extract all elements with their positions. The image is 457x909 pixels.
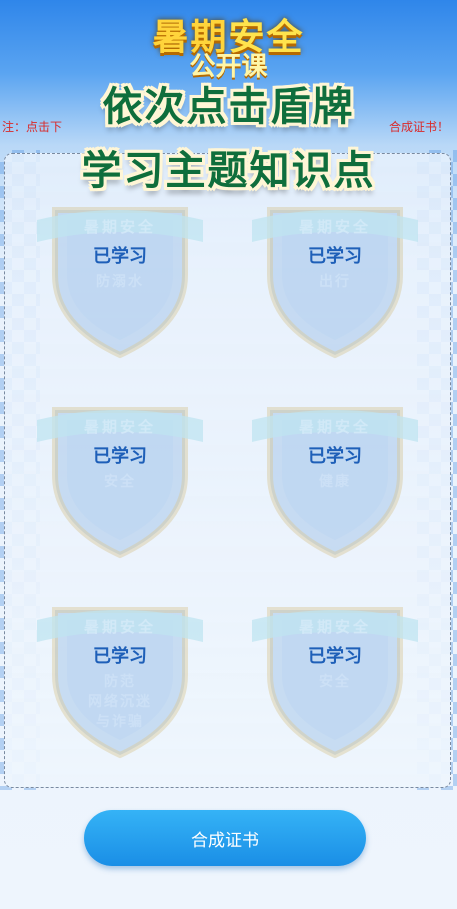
shield-ribbon-label: 暑期安全 [298,418,371,436]
learned-status: 已学习 [93,446,147,467]
learned-status: 已学习 [93,246,147,267]
overlay-instruction-line2: 学习主题知识点 [81,148,376,194]
shield-ribbon-label: 暑期安全 [83,418,156,436]
topic-shield-6[interactable]: 暑期安全 安全 已学习 [250,590,420,760]
shield-topic: 防范 网络沉迷 与诈骗 [88,674,152,730]
shield-ribbon-label: 暑期安全 [298,218,371,236]
shield-topic: 出行 [319,274,351,290]
overlay-instruction-line1: 依次点击盾牌 [102,84,355,130]
topic-shield-5[interactable]: 暑期安全防范 网络沉迷 与诈骗 已学习 [35,590,205,760]
compose-certificate-button[interactable]: 合成证书 [84,810,366,866]
learned-status: 已学习 [308,446,362,467]
shield-topic: 健康 [319,474,351,490]
topic-shield-3[interactable]: 暑期安全 安全 已学习 [35,390,205,560]
shield-ribbon-label: 暑期安全 [83,618,156,636]
topic-shield-1[interactable]: 暑期安全防溺水 已学习 [35,190,205,360]
learned-status: 已学习 [308,646,362,667]
shield-ribbon-label: 暑期安全 [298,618,371,636]
learned-status: 已学习 [308,246,362,267]
learned-status: 已学习 [93,646,147,667]
topic-shield-2[interactable]: 暑期安全 出行 已学习 [250,190,420,360]
topic-shield-4[interactable]: 暑期安全 健康 已学习 [250,390,420,560]
shield-ribbon-label: 暑期安全 [83,218,156,236]
shield-topic: 安全 [104,474,136,490]
shield-topic: 安全 [319,674,351,690]
shield-topic: 防溺水 [96,274,144,290]
